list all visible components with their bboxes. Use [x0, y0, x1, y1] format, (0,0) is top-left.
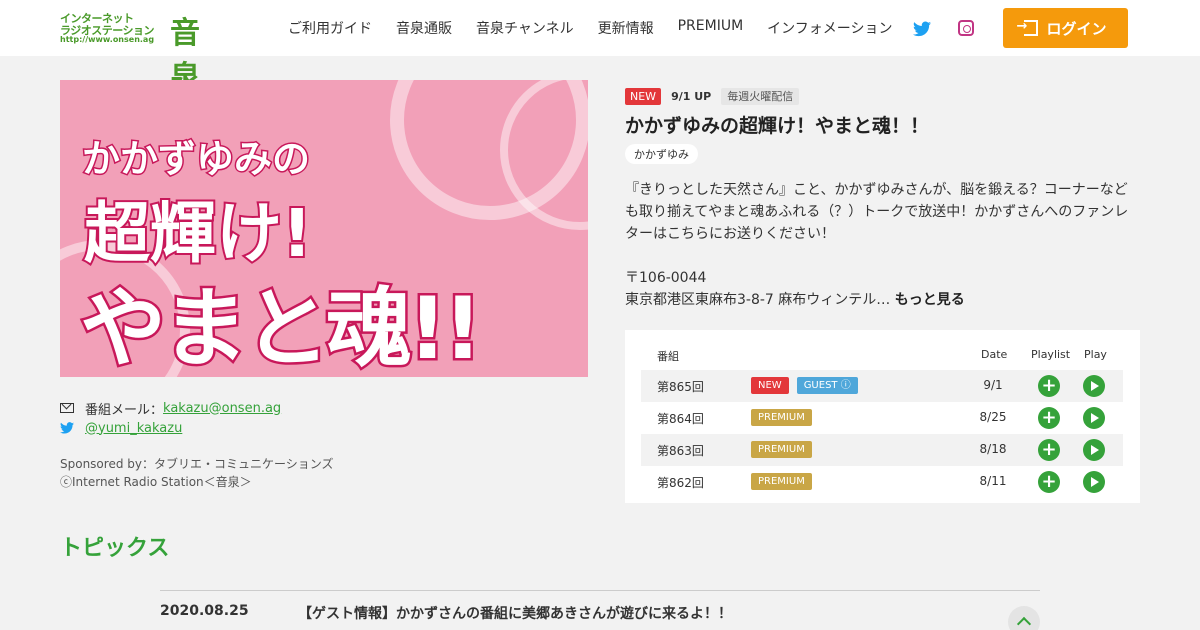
table-row: 第864回 PREMIUM 8/25 +	[641, 402, 1123, 434]
sponsor-info: Sponsored by：タブリエ・コミュニケーションズ ⓒInternet R…	[60, 455, 334, 491]
play-button[interactable]	[1083, 439, 1105, 461]
program-contact: 番組メール： kakazu@onsen.ag @yumi_kakazu	[60, 398, 281, 438]
episode-table: 番組 Date Playlist Play 第865回 NEW GUEST ⓘ …	[625, 330, 1140, 503]
add-to-playlist-button[interactable]: +	[1038, 439, 1060, 461]
header-play: Play	[1084, 348, 1107, 361]
schedule-badge: 毎週火曜配信	[721, 88, 800, 105]
episode-number: 第865回	[657, 380, 704, 394]
guest-badge[interactable]: GUEST ⓘ	[796, 377, 858, 394]
play-button[interactable]	[1083, 375, 1105, 397]
logo-url: http://www.onsen.ag	[60, 35, 155, 44]
mail-label: 番組メール：	[85, 402, 164, 418]
onsen-logo[interactable]: インターネット ラジオステーション http://www.onsen.ag 音泉	[60, 10, 220, 95]
header-playlist: Playlist	[1031, 348, 1071, 361]
mail-link[interactable]: kakazu@onsen.ag	[163, 401, 281, 416]
program-description: 『きりっとした天然さん』こと、かかずゆみさんが、脳を鍛える？コーナーなども取り揃…	[625, 179, 1140, 311]
program-info: NEW 9/1 UP 毎週火曜配信 かかずゆみの超輝け！やまと魂！！ かかずゆみ…	[625, 88, 1140, 311]
premium-badge: PREMIUM	[751, 473, 812, 490]
nav-information[interactable]: インフォメーション	[767, 18, 892, 38]
nav-premium[interactable]: PREMIUM	[678, 18, 744, 38]
twitter-icon	[60, 422, 74, 434]
instagram-icon[interactable]	[958, 20, 974, 36]
premium-badge: PREMIUM	[751, 409, 812, 426]
episode-date: 8/18	[979, 442, 1007, 456]
main-nav: ご利用ガイド 音泉通販 音泉チャンネル 更新情報 PREMIUM インフォメーシ…	[288, 18, 916, 38]
nav-guide[interactable]: ご利用ガイド	[288, 18, 372, 38]
add-to-playlist-button[interactable]: +	[1038, 407, 1060, 429]
sponsor-text: Sponsored by：タブリエ・コミュニケーションズ	[60, 457, 334, 471]
header-date: Date	[981, 348, 1008, 361]
nav-channel[interactable]: 音泉チャンネル	[476, 18, 574, 38]
login-button[interactable]: ログイン	[1003, 8, 1128, 48]
episode-date: 8/25	[979, 410, 1007, 424]
update-date: 9/1 UP	[671, 90, 712, 103]
episode-number: 第862回	[657, 476, 704, 490]
episode-date: 8/11	[979, 474, 1007, 488]
banner-text-line1: かかずゆみの	[80, 136, 311, 183]
site-header: インターネット ラジオステーション http://www.onsen.ag 音泉…	[0, 0, 1200, 95]
read-more-link[interactable]: もっと見る	[895, 292, 965, 308]
postal-code: 〒106-0044	[625, 270, 707, 286]
cast-tag[interactable]: かかずゆみ	[625, 144, 698, 164]
table-header: 番組 Date Playlist Play	[641, 348, 1123, 363]
mail-icon	[60, 403, 74, 413]
table-row: 第865回 NEW GUEST ⓘ 9/1 +	[641, 370, 1123, 402]
header-program: 番組	[657, 350, 679, 363]
topics-heading: トピックス	[60, 536, 170, 561]
episode-number: 第864回	[657, 412, 704, 426]
table-row: 第863回 PREMIUM 8/18 +	[641, 434, 1123, 466]
episode-date: 9/1	[983, 378, 1003, 392]
program-banner: かかずゆみの 超輝け! やまと魂!!	[60, 80, 588, 377]
nav-shop[interactable]: 音泉通販	[396, 18, 452, 38]
play-button[interactable]	[1083, 471, 1105, 493]
nav-updates[interactable]: 更新情報	[598, 18, 654, 38]
twitter-link[interactable]: @yumi_kakazu	[85, 421, 182, 436]
address-text: 東京都港区東麻布3-8-7 麻布ウィンテル…	[625, 292, 891, 308]
login-label: ログイン	[1046, 19, 1107, 38]
login-icon	[1016, 19, 1039, 36]
new-badge: NEW	[625, 88, 662, 105]
divider	[160, 590, 1040, 591]
topic-date: 2020.08.25	[160, 603, 249, 619]
table-row: 第862回 PREMIUM 8/11 +	[641, 466, 1123, 498]
banner-text-line3: やまと魂!!	[77, 277, 484, 378]
copyright-text: ⓒInternet Radio Station＜音泉＞	[60, 475, 252, 489]
play-button[interactable]	[1083, 407, 1105, 429]
chevron-up-icon[interactable]	[1008, 606, 1040, 630]
program-title: かかずゆみの超輝け！やまと魂！！	[625, 115, 930, 137]
description-text: 『きりっとした天然さん』こと、かかずゆみさんが、脳を鍛える？コーナーなども取り揃…	[625, 182, 1129, 242]
premium-badge: PREMIUM	[751, 441, 812, 458]
twitter-icon[interactable]	[913, 21, 931, 37]
add-to-playlist-button[interactable]: +	[1038, 375, 1060, 397]
topic-title[interactable]: 【ゲスト情報】かかずさんの番組に美郷あきさんが遊びに来るよ！！	[298, 603, 732, 623]
episode-number: 第863回	[657, 444, 704, 458]
new-badge: NEW	[751, 377, 789, 394]
add-to-playlist-button[interactable]: +	[1038, 471, 1060, 493]
